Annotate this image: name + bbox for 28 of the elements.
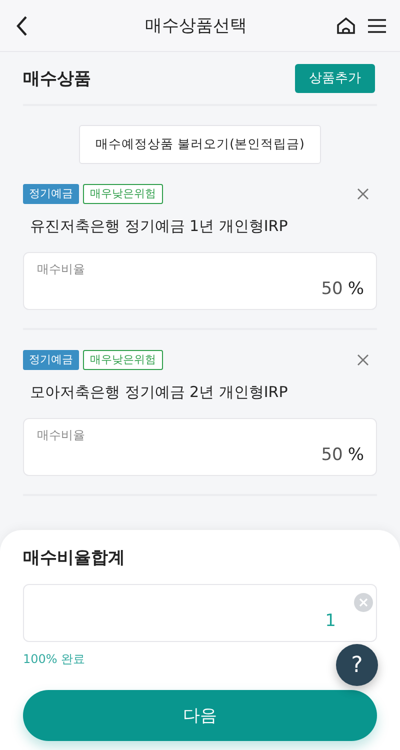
tag: 매우낮은위험 (83, 350, 163, 370)
status-text: 100% 완료 (23, 651, 86, 668)
ratio-value: 50 (321, 445, 343, 465)
ratio-value: 50 (321, 279, 343, 299)
home-icon[interactable] (336, 16, 356, 34)
page-title: 매수상품선택 (144, 15, 248, 37)
tag: 정기예금 (23, 184, 79, 204)
section-title: 매수상품 (23, 68, 91, 90)
add-product-button[interactable]: 상품추가 (295, 64, 375, 92)
ratio-field[interactable]: 매수비율 50 % (23, 252, 377, 310)
close-icon[interactable] (357, 188, 369, 200)
total-value: 1 (325, 611, 336, 631)
percent-unit: % (348, 279, 364, 299)
load-products-button[interactable]: 매수예정상품 불러오기(본인적립금) (78, 125, 322, 164)
tag: 매우낮은위험 (83, 184, 163, 204)
product-name: 모아저축은행 정기예금 2년 개인형IRP (30, 383, 289, 402)
product-name: 유진저축은행 정기예금 1년 개인형IRP (30, 217, 289, 236)
percent-unit: % (348, 445, 364, 465)
menu-icon[interactable] (368, 18, 386, 34)
field-label: 매수비율 (37, 427, 86, 444)
ratio-field[interactable]: 매수비율 50 % (23, 418, 377, 476)
back-icon[interactable] (14, 14, 30, 36)
tag: 정기예금 (23, 350, 79, 370)
close-icon[interactable] (357, 354, 369, 366)
total-title: 매수비율합계 (23, 547, 126, 568)
help-button[interactable]: ? (336, 644, 378, 686)
field-label: 매수비율 (37, 261, 86, 278)
next-button[interactable]: 다음 (23, 690, 377, 741)
